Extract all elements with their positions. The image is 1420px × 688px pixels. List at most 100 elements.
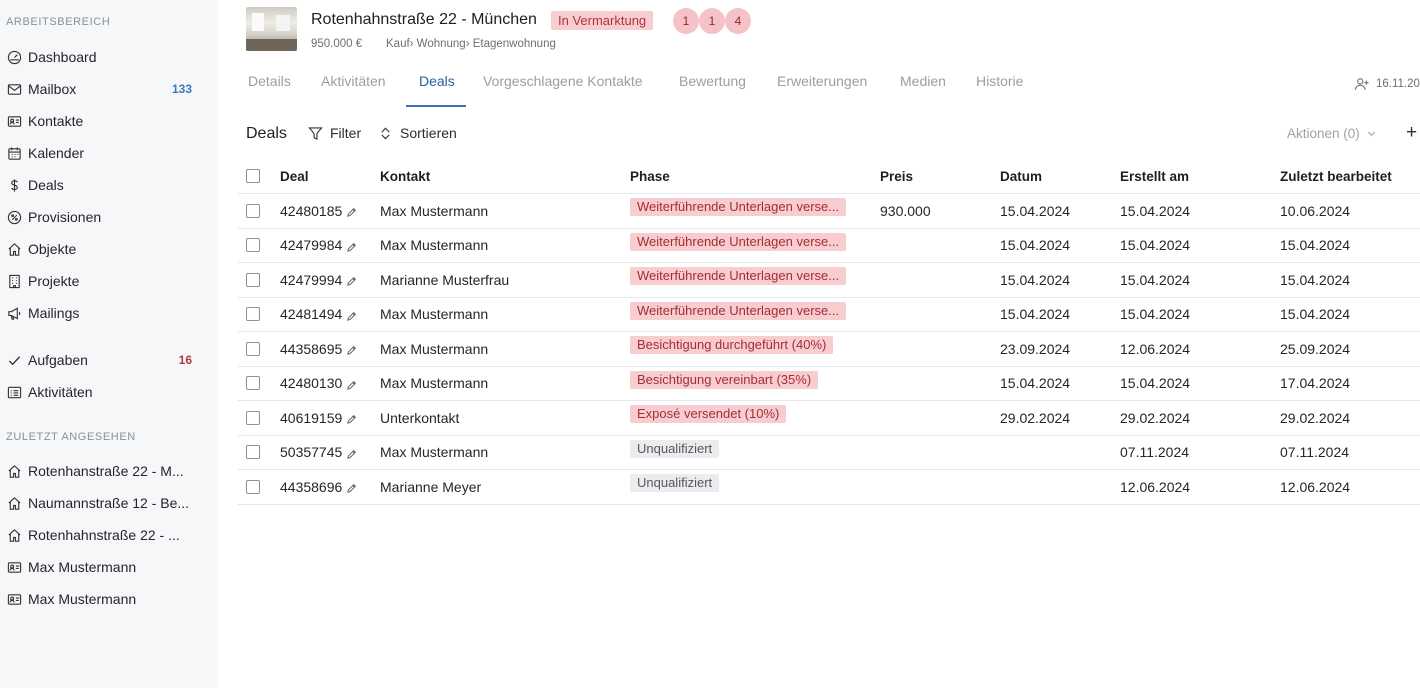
filter-button[interactable]: Filter bbox=[308, 125, 361, 141]
sort-button[interactable]: Sortieren bbox=[378, 125, 457, 141]
recent-item[interactable]: Naumannstraße 12 - Be... bbox=[0, 490, 218, 516]
sidebar-item-projekte[interactable]: Projekte bbox=[0, 268, 218, 294]
phase-badge[interactable]: Unqualifiziert bbox=[630, 474, 720, 492]
recent-item[interactable]: Rotenhahnstraße 22 - ... bbox=[0, 522, 218, 548]
col-bearbeitet[interactable]: Zuletzt bearbeitet bbox=[1280, 159, 1392, 193]
tab-deals[interactable]: Deals bbox=[406, 73, 466, 107]
col-datum[interactable]: Datum bbox=[1000, 159, 1042, 193]
recent-item[interactable]: Max Mustermann bbox=[0, 586, 218, 612]
table-row[interactable]: 42480130 Max Mustermann Besichtigung verei… bbox=[238, 367, 1420, 401]
edit-pencil-icon[interactable] bbox=[346, 412, 357, 425]
count-badge-3[interactable]: 4 bbox=[725, 8, 751, 34]
row-checkbox[interactable] bbox=[246, 445, 260, 460]
deal-id[interactable]: 40619159 bbox=[280, 410, 342, 426]
deal-id-cell[interactable]: 42479984 bbox=[280, 229, 357, 263]
table-row[interactable]: 42480185 Max Mustermann Weiterführende Unt… bbox=[238, 194, 1420, 229]
sidebar-item-provisionen[interactable]: Provisionen bbox=[0, 204, 218, 230]
phase-badge[interactable]: Besichtigung vereinbart (35%) bbox=[630, 370, 819, 389]
deal-id[interactable]: 50357745 bbox=[280, 444, 342, 460]
phase-badge[interactable]: Weiterführende Unterlagen verse... bbox=[630, 232, 847, 251]
deal-id-cell[interactable]: 42480185 bbox=[280, 194, 357, 228]
deal-id[interactable]: 42480185 bbox=[280, 203, 342, 219]
deal-id-cell[interactable]: 40619159 bbox=[280, 401, 357, 435]
table-row[interactable]: 44358696 Marianne Meyer Unqualifiziert 12.0… bbox=[238, 470, 1420, 505]
sidebar-item-dashboard[interactable]: Dashboard bbox=[0, 44, 218, 70]
phase-badge[interactable]: Exposé versendet (10%) bbox=[630, 405, 787, 423]
deal-id-cell[interactable]: 50357745 bbox=[280, 436, 357, 470]
table-row[interactable]: 42479994 Marianne Musterfrau Weiterführend… bbox=[238, 263, 1420, 298]
deal-id[interactable]: 42481494 bbox=[280, 306, 342, 322]
count-badge-2[interactable]: 1 bbox=[699, 8, 725, 34]
row-checkbox[interactable] bbox=[246, 410, 260, 425]
table-row[interactable]: 44358695 Max Mustermann Besichtigung durch… bbox=[238, 332, 1420, 367]
tab-aktivitaeten[interactable]: Aktivitäten bbox=[321, 73, 386, 107]
contact-cell[interactable]: Max Mustermann bbox=[380, 332, 488, 366]
property-thumbnail[interactable] bbox=[246, 7, 297, 51]
contact-cell[interactable]: Max Mustermann bbox=[380, 367, 488, 401]
sidebar-item-aufgaben[interactable]: Aufgaben 16 bbox=[0, 347, 218, 373]
sidebar-item-kontakte[interactable]: Kontakte bbox=[0, 108, 218, 134]
edit-pencil-icon[interactable] bbox=[346, 378, 357, 390]
col-phase[interactable]: Phase bbox=[630, 159, 670, 193]
deal-id[interactable]: 44358696 bbox=[280, 479, 342, 495]
phase-badge[interactable]: Weiterführende Unterlagen verse... bbox=[630, 301, 847, 320]
phase-badge[interactable]: Unqualifiziert bbox=[630, 439, 720, 458]
tab-historie[interactable]: Historie bbox=[976, 73, 1023, 107]
row-checkbox[interactable] bbox=[246, 238, 260, 253]
select-all-checkbox[interactable] bbox=[246, 169, 260, 183]
table-row[interactable]: 50357745 Max Mustermann Unqualifiziert 07.1… bbox=[238, 436, 1420, 470]
tab-erweiterungen[interactable]: Erweiterungen bbox=[777, 73, 867, 107]
deal-id-cell[interactable]: 44358696 bbox=[280, 470, 357, 504]
deal-id-cell[interactable]: 42479994 bbox=[280, 263, 357, 297]
contact-cell[interactable]: Max Mustermann bbox=[380, 194, 488, 228]
edit-pencil-icon[interactable] bbox=[346, 205, 357, 218]
deal-id-cell[interactable]: 42481494 bbox=[280, 298, 357, 332]
table-row[interactable]: 40619159 Unterkontakt Exposé versendet (10… bbox=[238, 401, 1420, 436]
sidebar-item-objekte[interactable]: Objekte bbox=[0, 236, 218, 262]
contact-cell[interactable]: Marianne Meyer bbox=[380, 470, 481, 504]
row-checkbox[interactable] bbox=[246, 479, 260, 494]
col-preis[interactable]: Preis bbox=[880, 159, 913, 193]
add-deal-button[interactable]: + bbox=[1406, 122, 1417, 144]
actions-dropdown[interactable]: Aktionen (0) bbox=[1287, 126, 1376, 141]
tab-medien[interactable]: Medien bbox=[900, 73, 946, 107]
deal-id[interactable]: 44358695 bbox=[280, 341, 342, 357]
table-row[interactable]: 42481494 Max Mustermann Weiterführende Unt… bbox=[238, 298, 1420, 332]
row-checkbox[interactable] bbox=[246, 272, 260, 287]
edit-pencil-icon[interactable] bbox=[346, 343, 357, 356]
tab-vorgeschlagene-kontakte[interactable]: Vorgeschlagene Kontakte bbox=[483, 73, 643, 107]
contact-cell[interactable]: Max Mustermann bbox=[380, 436, 488, 470]
recent-item[interactable]: Max Mustermann bbox=[0, 554, 218, 580]
deal-id[interactable]: 42479984 bbox=[280, 237, 342, 253]
deal-id-cell[interactable]: 44358695 bbox=[280, 332, 357, 366]
count-badge-1[interactable]: 1 bbox=[673, 8, 699, 34]
contact-cell[interactable]: Max Mustermann bbox=[380, 298, 488, 332]
edit-pencil-icon[interactable] bbox=[346, 240, 357, 252]
phase-badge[interactable]: Besichtigung durchgeführt (40%) bbox=[630, 336, 834, 354]
deal-id[interactable]: 42480130 bbox=[280, 375, 342, 391]
edit-pencil-icon[interactable] bbox=[346, 274, 357, 287]
col-erstellt[interactable]: Erstellt am bbox=[1120, 159, 1189, 193]
contact-cell[interactable]: Marianne Musterfrau bbox=[380, 263, 509, 297]
contact-cell[interactable]: Unterkontakt bbox=[380, 401, 459, 435]
phase-badge[interactable]: Weiterführende Unterlagen verse... bbox=[630, 267, 847, 285]
tab-details[interactable]: Details bbox=[248, 73, 291, 107]
contact-cell[interactable]: Max Mustermann bbox=[380, 229, 488, 263]
tab-bewertung[interactable]: Bewertung bbox=[679, 73, 746, 107]
sidebar-item-mailbox[interactable]: Mailbox 133 bbox=[0, 76, 218, 102]
row-checkbox[interactable] bbox=[246, 307, 260, 322]
edit-pencil-icon[interactable] bbox=[346, 309, 357, 321]
row-checkbox[interactable] bbox=[246, 341, 260, 356]
phase-badge[interactable]: Weiterführende Unterlagen verse... bbox=[630, 198, 847, 216]
edit-pencil-icon[interactable] bbox=[346, 481, 357, 494]
deal-id[interactable]: 42479994 bbox=[280, 272, 342, 288]
col-deal[interactable]: Deal bbox=[280, 159, 309, 193]
sidebar-item-kalender[interactable]: Kalender bbox=[0, 140, 218, 166]
table-row[interactable]: 42479984 Max Mustermann Weiterführende Unt… bbox=[238, 229, 1420, 263]
recent-item[interactable]: Rotenhanstraße 22 - M... bbox=[0, 458, 218, 484]
deal-id-cell[interactable]: 42480130 bbox=[280, 367, 357, 401]
sidebar-item-mailings[interactable]: Mailings bbox=[0, 300, 218, 326]
edit-pencil-icon[interactable] bbox=[346, 447, 357, 459]
assigned-info[interactable]: 16.11.20 bbox=[1354, 77, 1420, 91]
sidebar-item-aktivitaeten[interactable]: Aktivitäten bbox=[0, 379, 218, 405]
